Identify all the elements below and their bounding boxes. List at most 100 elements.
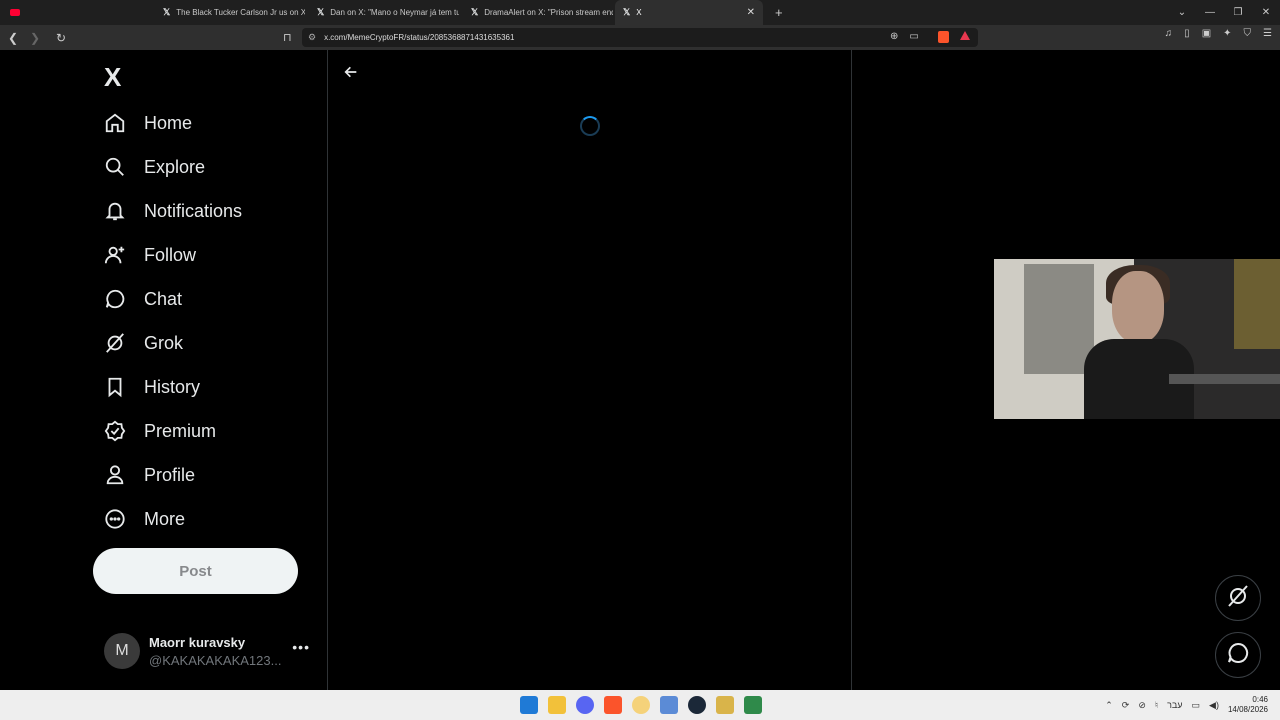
app-icon[interactable] <box>632 696 650 714</box>
x-logo-icon: 𝕏 <box>471 7 479 17</box>
display-icon[interactable]: ▭ <box>1192 700 1201 711</box>
steam-icon[interactable] <box>688 696 706 714</box>
grok-button[interactable] <box>1215 575 1261 621</box>
cast-icon[interactable]: ▭ <box>909 31 918 43</box>
sidebar-item-label: Follow <box>144 244 197 265</box>
leo-icon[interactable]: ✦ <box>1223 28 1231 39</box>
tab-label: DramaAlert on X: "Prison stream end <box>484 8 613 17</box>
sidebar-item-label: Chat <box>144 288 183 309</box>
vpn-icon[interactable]: ⛉ <box>1244 28 1252 39</box>
sidebar-icon[interactable]: ▯ <box>1184 28 1190 39</box>
browser-tab-bar: 𝕏 The Black Tucker Carlson Jr us on X: " … <box>0 0 1280 25</box>
sidebar-item-notifications[interactable]: Notifications <box>104 191 242 231</box>
sidebar-item-label: Grok <box>144 332 184 353</box>
sidebar: X Home Explore Notifications Follow Chat <box>0 50 327 690</box>
sidebar-item-follow[interactable]: Follow <box>104 235 196 275</box>
account-switcher[interactable]: M Maorr kuravsky @KAKAKAKAKA123... ••• <box>104 633 314 669</box>
discord-icon[interactable] <box>576 696 594 714</box>
chat-icon <box>104 288 126 310</box>
brave-icon[interactable] <box>604 696 622 714</box>
url-bar[interactable]: ⚙ x.com/MemeCryptoFR/status/208536887143… <box>302 28 978 47</box>
window-controls: ⌄ — ❐ ✕ <box>1168 0 1280 25</box>
x-logo[interactable]: X <box>104 62 121 93</box>
app-icon[interactable] <box>744 696 762 714</box>
menu-icon[interactable]: ☰ <box>1263 28 1272 39</box>
tab-3[interactable]: 𝕏 DramaAlert on X: "Prison stream end <box>463 0 613 25</box>
close-icon[interactable]: ✕ <box>747 7 755 18</box>
app-tray-icon[interactable]: ⟳ <box>1122 700 1130 711</box>
windows-start-icon[interactable] <box>520 696 538 714</box>
clock[interactable]: 0:46 14/08/2026 <box>1228 695 1268 715</box>
tab-label: The Black Tucker Carlson Jr us on X: " <box>176 8 305 17</box>
close-window-button[interactable]: ✕ <box>1252 7 1280 18</box>
chat-icon <box>1226 641 1250 670</box>
sidebar-item-label: More <box>144 508 186 529</box>
sidebar-item-history[interactable]: History <box>104 367 200 407</box>
grok-icon <box>1226 584 1250 613</box>
chat-button[interactable] <box>1215 632 1261 678</box>
browser-toolbar: ❮ ❯ ↻ ⊓ ⚙ x.com/MemeCryptoFR/status/2085… <box>0 25 1280 50</box>
brave-rewards-icon[interactable] <box>959 31 970 40</box>
x-logo-icon: 𝕏 <box>623 7 631 17</box>
post-button[interactable]: Post <box>93 548 298 594</box>
account-name: Maorr kuravsky <box>149 634 246 650</box>
sidebar-item-chat[interactable]: Chat <box>104 279 182 319</box>
youtube-icon <box>10 9 20 16</box>
tab-label: Dan on X: "Mano o Neymar já tem tu <box>330 8 459 17</box>
new-tab-button[interactable]: + <box>775 5 783 20</box>
sidebar-item-label: Explore <box>144 156 206 177</box>
account-handle: @KAKAKAKAKA123... <box>149 652 282 668</box>
webcam-overlay <box>994 259 1280 419</box>
more-icon[interactable]: ••• <box>292 639 310 655</box>
screen: 𝕏 The Black Tucker Carlson Jr us on X: " … <box>0 0 1280 720</box>
reload-button[interactable]: ↻ <box>52 31 70 45</box>
search-icon <box>104 156 126 178</box>
app-icon[interactable] <box>660 696 678 714</box>
sidebar-item-profile[interactable]: Profile <box>104 455 195 495</box>
avatar: M <box>104 633 140 669</box>
chevron-down-icon[interactable]: ⌄ <box>1168 7 1196 18</box>
system-tray: ⌃ ⟳ ⊘ ♮ עבר ▭ ◀) 0:46 14/08/2026 <box>1105 690 1268 720</box>
forward-button[interactable]: ❯ <box>26 31 44 45</box>
sidebar-item-grok[interactable]: Grok <box>104 323 183 363</box>
network-off-icon[interactable]: ⊘ <box>1138 700 1146 711</box>
sidebar-item-label: Profile <box>144 464 196 485</box>
app-icon[interactable] <box>716 696 734 714</box>
music-icon[interactable]: ♫ <box>1165 28 1173 39</box>
home-icon <box>104 112 126 134</box>
bookmark-icon <box>104 376 126 398</box>
extension-icons: ♫ ▯ ▣ ✦ ⛉ ☰ <box>1165 28 1272 39</box>
sidebar-item-home[interactable]: Home <box>104 103 192 143</box>
x-logo-icon: 𝕏 <box>163 7 171 17</box>
chevron-up-icon[interactable]: ⌃ <box>1105 700 1113 711</box>
sidebar-item-premium[interactable]: Premium <box>104 411 216 451</box>
file-explorer-icon[interactable] <box>548 696 566 714</box>
bookmark-icon[interactable]: ⊓ <box>283 31 292 44</box>
tab-1[interactable]: 𝕏 The Black Tucker Carlson Jr us on X: " <box>155 0 305 25</box>
mic-icon[interactable]: ♮ <box>1155 700 1158 711</box>
sidebar-item-more[interactable]: More <box>104 499 185 539</box>
site-settings-icon[interactable]: ⚙ <box>308 32 316 43</box>
tab-youtube[interactable] <box>0 0 30 25</box>
sidebar-item-label: History <box>144 376 201 397</box>
wallet-icon[interactable]: ▣ <box>1202 28 1211 39</box>
sidebar-item-explore[interactable]: Explore <box>104 147 205 187</box>
taskbar: ⌃ ⟳ ⊘ ♮ עבר ▭ ◀) 0:46 14/08/2026 <box>0 690 1280 720</box>
tab-active[interactable]: 𝕏 X ✕ <box>615 0 763 25</box>
back-button[interactable]: ❮ <box>4 31 22 45</box>
loading-spinner <box>580 116 600 136</box>
volume-icon[interactable]: ◀) <box>1209 700 1219 711</box>
minimize-button[interactable]: — <box>1196 7 1224 18</box>
language-indicator[interactable]: עבר <box>1167 700 1182 710</box>
back-arrow-icon[interactable] <box>343 64 359 85</box>
grok-icon <box>104 332 126 354</box>
restore-button[interactable]: ❐ <box>1224 7 1252 18</box>
brave-shields-icon[interactable] <box>937 31 949 43</box>
tab-2[interactable]: 𝕏 Dan on X: "Mano o Neymar já tem tu <box>309 0 459 25</box>
tab-label: X <box>636 8 642 17</box>
zoom-icon[interactable]: ⊕ <box>890 31 898 43</box>
taskbar-apps <box>520 696 762 714</box>
add-user-icon <box>104 244 126 266</box>
sidebar-item-label: Notifications <box>144 200 243 221</box>
sidebar-item-label: Home <box>144 112 193 133</box>
